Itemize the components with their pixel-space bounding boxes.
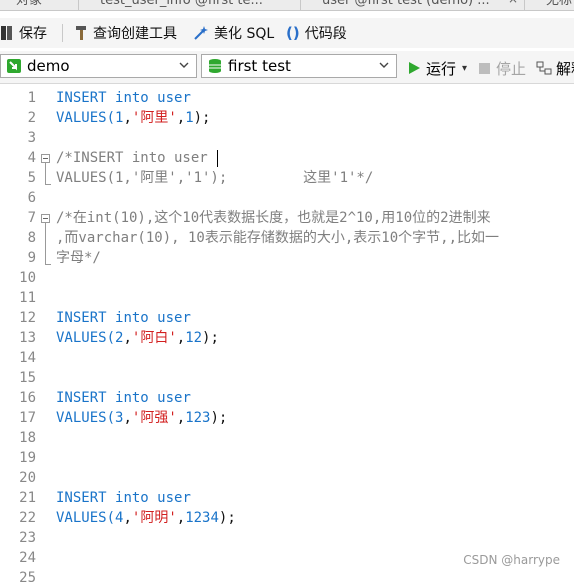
code-line: VALUES(2,'阿白',12);	[56, 330, 219, 346]
line-number: 15	[19, 370, 36, 386]
stop-icon	[479, 62, 490, 74]
toolbar-divider	[62, 24, 63, 42]
line-number: 5	[27, 170, 36, 186]
code-line: VALUES(1,'阿里',1);	[56, 110, 211, 126]
code-line: INSERT into user	[56, 390, 191, 406]
caret-down-icon: ▾	[462, 62, 468, 74]
fold-line	[45, 184, 51, 185]
line-number: 11	[19, 290, 36, 306]
comment-line: /*INSERT into user	[56, 150, 208, 166]
magic-wand-icon	[193, 25, 209, 41]
code-line: VALUES(4,'阿明',1234);	[56, 510, 236, 526]
explain-icon	[536, 60, 552, 76]
line-number: 24	[19, 550, 36, 566]
tab-divider	[78, 0, 79, 10]
line-number: 7	[27, 210, 36, 226]
code-line: INSERT into user	[56, 490, 191, 506]
selector-bar: demo first test 运行 ▾ 停止 解释	[0, 51, 574, 84]
line-number-gutter: 1 2 3 4 5 6 7 8 9 10 11 12 13 14 15 16 1…	[0, 88, 40, 586]
chevron-down-icon	[178, 59, 190, 75]
line-number: 3	[27, 130, 36, 146]
fold-toggle-icon[interactable]	[41, 154, 50, 163]
text-cursor	[217, 150, 218, 167]
braces-icon: ()	[286, 24, 300, 42]
line-number: 21	[19, 490, 36, 506]
chevron-down-icon	[378, 59, 390, 75]
hammer-icon	[74, 25, 88, 41]
comment-line: ,而varchar(10), 10表示能存储数据的大小,表示10个字节,,比如一	[56, 230, 500, 246]
line-number: 16	[19, 390, 36, 406]
line-number: 22	[19, 510, 36, 526]
line-number: 4	[27, 150, 36, 166]
fold-line	[45, 223, 46, 264]
fold-line	[45, 163, 46, 184]
line-number: 9	[27, 250, 36, 266]
query-builder-button[interactable]: 查询创建工具	[74, 22, 177, 44]
tab-divider	[300, 0, 301, 10]
code-snippet-button[interactable]: () 代码段	[286, 22, 347, 44]
editor-toolbar: 保存 查询创建工具 美化 SQL () 代码段	[0, 18, 574, 48]
comment-line: /*在int(10),这个10代表数据长度，也就是2^10,用10位的2进制来	[56, 210, 491, 226]
code-line: INSERT into user	[56, 90, 191, 106]
line-number: 13	[19, 330, 36, 346]
beautify-sql-button[interactable]: 美化 SQL	[193, 22, 274, 44]
code-line: INSERT into user	[56, 310, 191, 326]
line-number: 17	[19, 410, 36, 426]
database-icon	[207, 58, 223, 74]
tab-strip: 对象 test_user_info @first te... user @fir…	[0, 0, 574, 11]
run-button[interactable]: 运行 ▾	[408, 57, 467, 79]
fold-line	[45, 264, 51, 265]
comment-line: VALUES(1,'阿里','1'); 这里'1'*/	[56, 170, 374, 186]
line-number: 10	[19, 270, 36, 286]
database-select[interactable]: first test	[201, 54, 397, 78]
line-number: 8	[27, 230, 36, 246]
tab-untitled[interactable]: 无标	[546, 0, 572, 10]
stop-button[interactable]: 停止	[479, 57, 526, 79]
close-icon[interactable]: ×	[508, 0, 518, 6]
save-icon	[0, 25, 14, 41]
fold-toggle-icon[interactable]	[41, 214, 50, 223]
tab-divider	[524, 0, 525, 10]
explain-button[interactable]: 解释	[536, 57, 574, 79]
line-number: 14	[19, 350, 36, 366]
line-number: 6	[27, 190, 36, 206]
watermark: CSDN @harrype	[463, 553, 560, 567]
tab-user[interactable]: user @first test (demo) ...	[322, 0, 490, 10]
connection-select[interactable]: demo	[0, 54, 197, 78]
line-number: 19	[19, 450, 36, 466]
comment-line: 字母*/	[56, 250, 101, 266]
line-number: 2	[27, 110, 36, 126]
line-number: 23	[19, 530, 36, 546]
line-number: 18	[19, 430, 36, 446]
line-number: 25	[19, 570, 36, 586]
connection-icon	[6, 58, 22, 74]
save-button[interactable]: 保存	[0, 22, 47, 44]
tab-test-user-info[interactable]: test_user_info @first te...	[100, 0, 263, 10]
tab-objects[interactable]: 对象	[16, 0, 42, 10]
play-icon	[408, 61, 421, 75]
line-number: 1	[27, 90, 36, 106]
line-number: 12	[19, 310, 36, 326]
code-line: VALUES(3,'阿强',123);	[56, 410, 228, 426]
sql-editor[interactable]: 1 2 3 4 5 6 7 8 9 10 11 12 13 14 15 16 1…	[0, 88, 574, 586]
line-number: 20	[19, 470, 36, 486]
